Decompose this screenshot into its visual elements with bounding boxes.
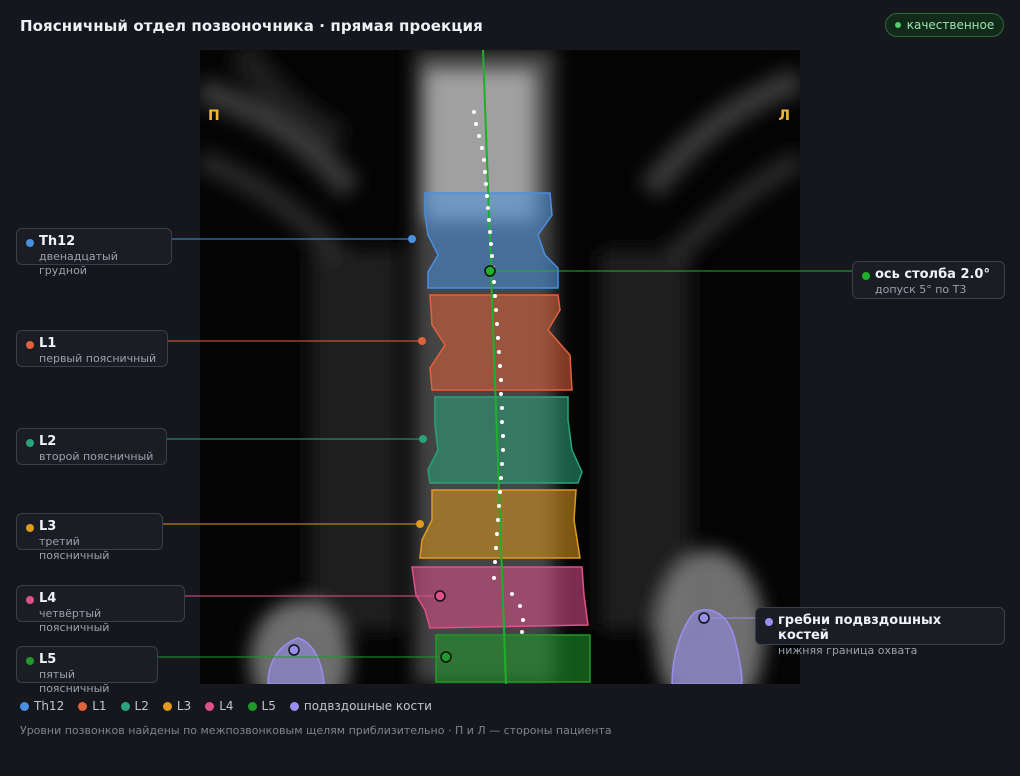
callout-l2[interactable]: L2 второй поясничный	[16, 428, 167, 465]
axis-dot-icon	[862, 272, 870, 280]
legend-item-l5[interactable]: L5	[247, 699, 276, 713]
legend-item-th12[interactable]: Th12	[20, 699, 64, 713]
legend-dot-icon	[120, 701, 130, 711]
callout-l3[interactable]: L3 третий поясничный	[16, 513, 163, 562]
legend-label: L4	[219, 699, 234, 713]
iliac-dot-icon	[765, 618, 773, 626]
legend-dot-icon	[289, 701, 299, 711]
side-label-right: П	[208, 108, 220, 124]
th12-dot-icon	[26, 239, 34, 247]
callout-l3-name: L3	[39, 519, 57, 534]
callout-l4-name: L4	[39, 591, 57, 606]
legend-dot-icon	[78, 701, 88, 711]
callout-l2-name: L2	[39, 434, 57, 449]
callout-l5-name: L5	[39, 652, 57, 667]
callout-th12-name: Th12	[39, 234, 76, 249]
legend-label: подвздошные кости	[303, 699, 432, 713]
page-title: Поясничный отдел позвоночника · прямая п…	[20, 17, 483, 35]
callout-th12[interactable]: Th12 двенадцатый грудной	[16, 228, 172, 277]
callout-axis[interactable]: ось столба 2.0° допуск 5° по Т3	[852, 261, 1005, 299]
legend-item-l1[interactable]: L1	[78, 699, 107, 713]
legend-item-l2[interactable]: L2	[120, 699, 149, 713]
legend-item-l4[interactable]: L4	[205, 699, 234, 713]
callout-l1-name: L1	[39, 336, 57, 351]
l4-dot-icon	[26, 596, 34, 604]
callout-iliac-name: гребни подвздошных костей	[778, 613, 942, 643]
callout-l2-sub: второй поясничный	[39, 450, 154, 463]
legend-dot-icon	[247, 701, 257, 711]
legend-label: L1	[92, 699, 107, 713]
footnote: Уровни позвонков найдены по межпозвонков…	[20, 724, 612, 737]
xray-viewer[interactable]: П Л	[200, 50, 800, 684]
callout-iliac-sub: нижняя граница охвата	[778, 644, 918, 657]
quality-badge: качественное	[885, 13, 1004, 37]
callout-iliac[interactable]: гребни подвздошных костей нижняя граница…	[755, 607, 1005, 657]
xray-image	[200, 50, 800, 684]
callout-l5[interactable]: L5 пятый поясничный	[16, 646, 158, 695]
legend-item-iliac[interactable]: подвздошные кости	[289, 699, 432, 713]
legend-dot-icon	[20, 701, 29, 711]
callout-axis-sub: допуск 5° по Т3	[875, 283, 967, 296]
legend-item-l3[interactable]: L3	[162, 699, 192, 713]
legend-label: L3	[176, 699, 192, 713]
callout-th12-sub: двенадцатый грудной	[39, 250, 118, 277]
status-dot-icon	[894, 22, 901, 28]
legend-label: Th12	[34, 699, 65, 713]
callout-l3-sub: третий поясничный	[39, 535, 110, 562]
legend-label: L5	[261, 699, 276, 713]
l3-dot-icon	[26, 524, 34, 532]
callout-l5-sub: пятый поясничный	[39, 668, 110, 695]
l1-dot-icon	[26, 341, 34, 349]
l5-dot-icon	[26, 657, 34, 665]
quality-badge-label: качественное	[906, 18, 995, 32]
callout-l4-sub: четвёртый поясничный	[39, 607, 110, 634]
legend-label: L2	[134, 699, 149, 713]
callout-l1[interactable]: L1 первый поясничный	[16, 330, 168, 367]
callout-l4[interactable]: L4 четвёртый поясничный	[16, 585, 185, 634]
legend-dot-icon	[162, 701, 172, 711]
side-label-left: Л	[778, 108, 790, 124]
callout-axis-name: ось столба 2.0°	[875, 267, 990, 282]
l2-dot-icon	[26, 439, 34, 447]
legend-dot-icon	[205, 701, 215, 711]
legend: Th12 L1 L2 L3 L4 L5 подвздошные кости	[20, 699, 432, 713]
callout-l1-sub: первый поясничный	[39, 352, 157, 365]
